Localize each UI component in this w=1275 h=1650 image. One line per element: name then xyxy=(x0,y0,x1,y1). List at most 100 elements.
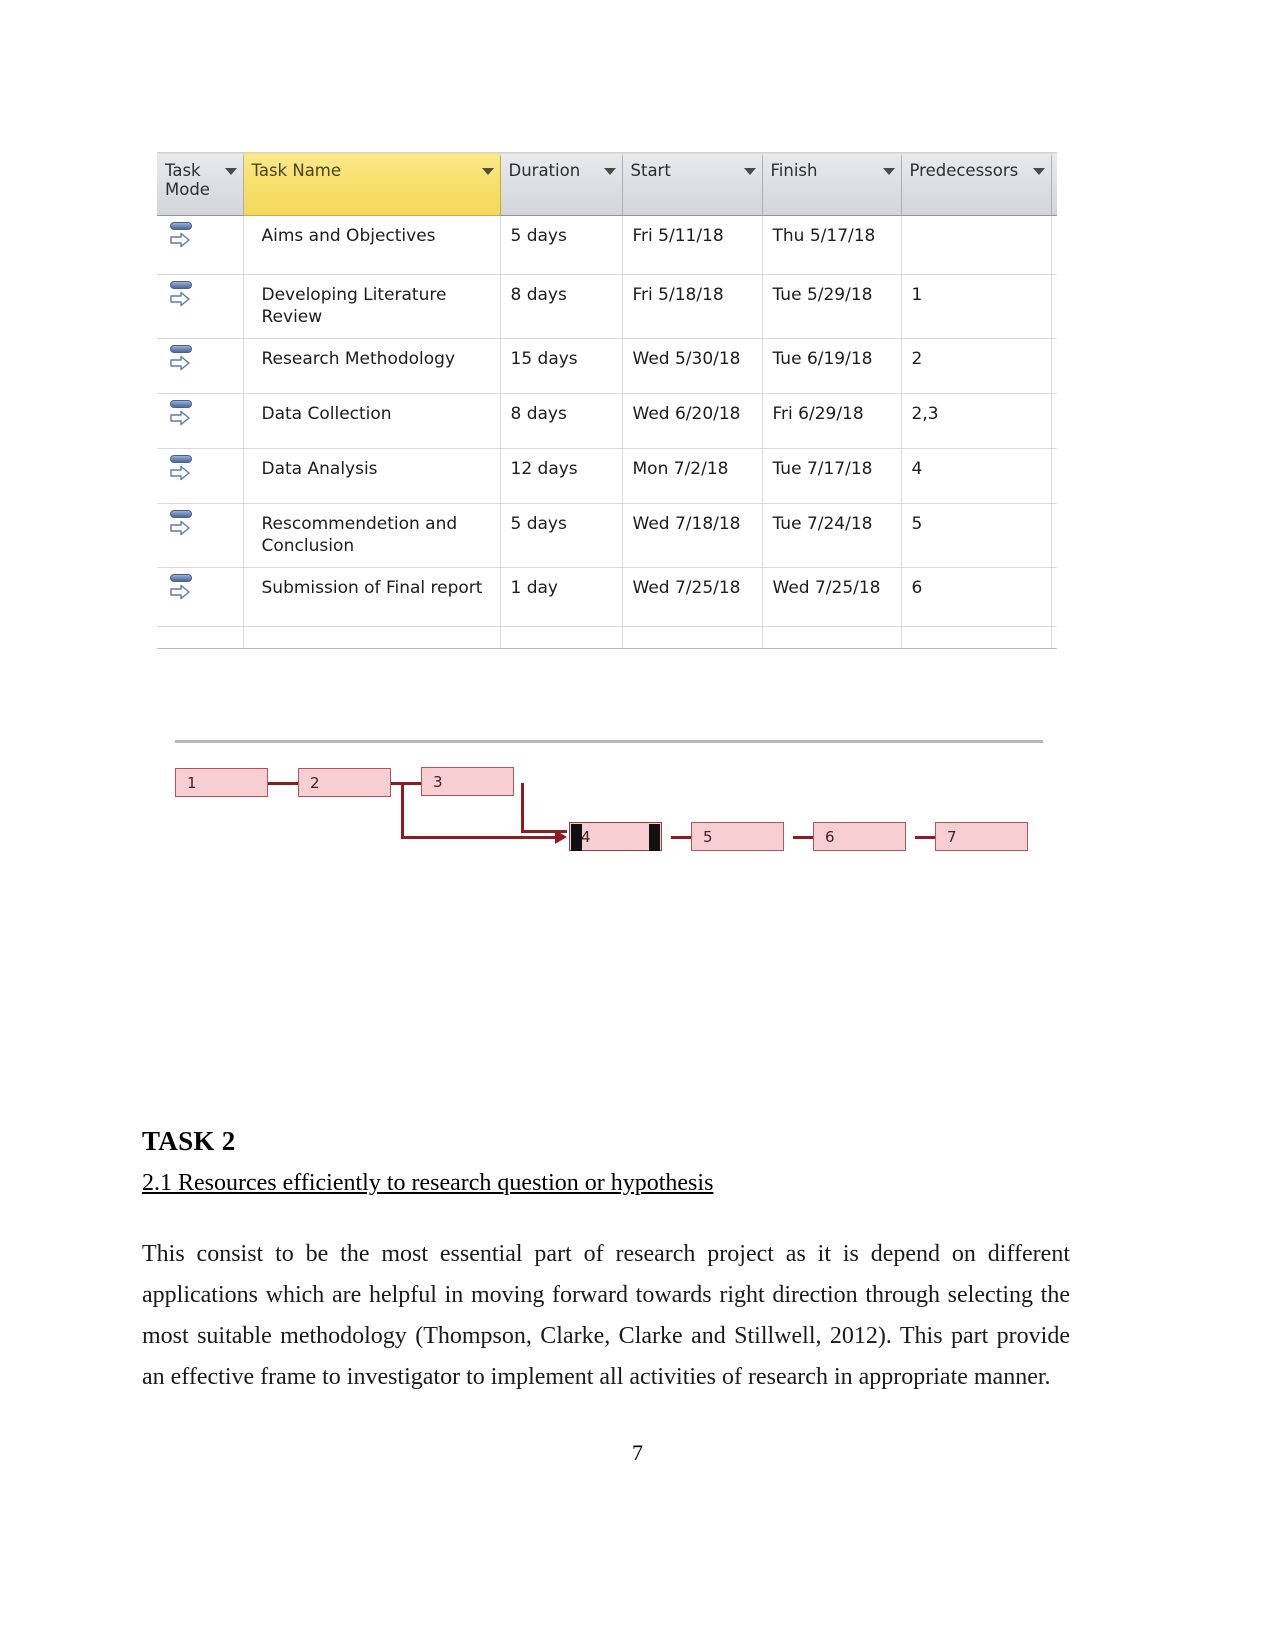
auto-schedule-icon xyxy=(169,400,195,428)
chevron-down-icon[interactable] xyxy=(224,168,237,175)
table-row[interactable]: Research Methodology 15 days Wed 5/30/18… xyxy=(157,338,1057,395)
network-node-label: 5 xyxy=(703,827,713,846)
column-header-finish[interactable]: Finish xyxy=(762,152,902,216)
cell-finish: Tue 5/29/18 xyxy=(762,274,902,340)
cell-start xyxy=(622,626,763,650)
cell-predecessors: 2 xyxy=(901,338,1052,395)
network-node-label: 3 xyxy=(433,772,443,791)
edge-2-to-4-horizontal xyxy=(401,836,561,839)
cell-finish: Tue 7/17/18 xyxy=(762,448,902,505)
cell-finish: Thu 5/17/18 xyxy=(762,215,902,275)
table-header-row: Task Mode Task Name Duration Start Finis… xyxy=(157,152,1057,216)
network-node-5[interactable]: 5 xyxy=(691,822,784,851)
cell-start: Wed 5/30/18 xyxy=(622,338,763,395)
cell-duration: 15 days xyxy=(500,338,623,395)
cell-task-mode[interactable] xyxy=(157,503,244,569)
cell-predecessors xyxy=(901,626,1052,650)
cell-task-name: Research Methodology xyxy=(243,338,501,395)
cell-task-name: Rescommendetion and Conclusion xyxy=(243,503,501,569)
table-body: Aims and Objectives 5 days Fri 5/11/18 T… xyxy=(157,215,1057,650)
table-row[interactable]: Data Analysis 12 days Mon 7/2/18 Tue 7/1… xyxy=(157,448,1057,505)
chevron-down-icon[interactable] xyxy=(882,168,895,175)
cell-start: Fri 5/18/18 xyxy=(622,274,763,340)
cell-start: Wed 7/25/18 xyxy=(622,567,763,628)
cell-task-mode[interactable] xyxy=(157,215,244,275)
cell-duration: 8 days xyxy=(500,274,623,340)
cell-task-name: Developing Literature Review xyxy=(243,274,501,340)
auto-schedule-icon xyxy=(169,222,195,250)
cell-task-name: Data Collection xyxy=(243,393,501,450)
table-row[interactable]: Aims and Objectives 5 days Fri 5/11/18 T… xyxy=(157,215,1057,275)
table-empty-row xyxy=(157,626,1057,650)
cell-task-mode xyxy=(157,626,244,650)
network-node-3[interactable]: 3 xyxy=(421,767,514,796)
table-row[interactable]: Submission of Final report 1 day Wed 7/2… xyxy=(157,567,1057,628)
cell-task-mode[interactable] xyxy=(157,338,244,395)
cell-duration: 8 days xyxy=(500,393,623,450)
cell-task-mode[interactable] xyxy=(157,393,244,450)
column-header-predecessors[interactable]: Predecessors xyxy=(901,152,1052,216)
cell-finish xyxy=(762,626,902,650)
table-row[interactable]: Developing Literature Review 8 days Fri … xyxy=(157,274,1057,340)
selection-handle-right[interactable] xyxy=(649,824,660,851)
column-header-label: Finish xyxy=(770,161,818,180)
cell-task-mode[interactable] xyxy=(157,448,244,505)
cell-predecessors xyxy=(901,215,1052,275)
column-header-label: Duration xyxy=(508,161,581,180)
column-header-label: Start xyxy=(630,161,671,180)
edge-2-to-4-vertical xyxy=(401,783,404,839)
cell-finish: Tue 6/19/18 xyxy=(762,338,902,395)
column-header-task-mode[interactable]: Task Mode xyxy=(157,152,244,216)
column-header-label: Predecessors xyxy=(909,161,1019,180)
chevron-down-icon[interactable] xyxy=(743,168,756,175)
network-node-label: 4 xyxy=(581,827,591,846)
cell-task-name: Submission of Final report xyxy=(243,567,501,628)
project-schedule-table-figure: Task Mode Task Name Duration Start Finis… xyxy=(157,152,1057,650)
network-node-7[interactable]: 7 xyxy=(935,822,1028,851)
auto-schedule-icon xyxy=(169,345,195,373)
cell-finish: Wed 7/25/18 xyxy=(762,567,902,628)
cell-finish: Fri 6/29/18 xyxy=(762,393,902,450)
column-header-duration[interactable]: Duration xyxy=(500,152,623,216)
network-node-1[interactable]: 1 xyxy=(175,768,268,797)
body-paragraph: This consist to be the most essential pa… xyxy=(142,1241,1070,1390)
network-node-label: 2 xyxy=(310,773,320,792)
cell-task-name: Data Analysis xyxy=(243,448,501,505)
page-number: 7 xyxy=(632,1440,643,1465)
cell-duration xyxy=(500,626,623,650)
cell-start: Fri 5/11/18 xyxy=(622,215,763,275)
auto-schedule-icon xyxy=(169,281,195,309)
auto-schedule-icon xyxy=(169,510,195,538)
chevron-down-icon[interactable] xyxy=(481,168,494,175)
chevron-down-icon[interactable] xyxy=(603,168,616,175)
arrow-head-icon xyxy=(555,830,567,844)
network-node-label: 6 xyxy=(825,827,835,846)
cell-overflow xyxy=(1051,215,1057,275)
cell-start: Wed 7/18/18 xyxy=(622,503,763,569)
cell-duration: 5 days xyxy=(500,215,623,275)
auto-schedule-icon xyxy=(169,455,195,483)
table-row[interactable]: Rescommendetion and Conclusion 5 days We… xyxy=(157,503,1057,569)
cell-predecessors: 4 xyxy=(901,448,1052,505)
table-row[interactable]: Data Collection 8 days Wed 6/20/18 Fri 6… xyxy=(157,393,1057,450)
network-node-label: 7 xyxy=(947,827,957,846)
network-node-2[interactable]: 2 xyxy=(298,768,391,797)
section-subheading: 2.1 Resources efficiently to research qu… xyxy=(142,1170,714,1196)
column-header-start[interactable]: Start xyxy=(622,152,763,216)
cell-overflow xyxy=(1051,503,1057,569)
cell-task-mode[interactable] xyxy=(157,274,244,340)
cell-start: Mon 7/2/18 xyxy=(622,448,763,505)
cell-predecessors: 6 xyxy=(901,567,1052,628)
network-node-4[interactable]: 4 xyxy=(569,822,662,851)
cell-overflow xyxy=(1051,338,1057,395)
cell-overflow xyxy=(1051,393,1057,450)
network-node-label: 1 xyxy=(187,773,197,792)
cell-overflow xyxy=(1051,448,1057,505)
cell-task-mode[interactable] xyxy=(157,567,244,628)
network-node-6[interactable]: 6 xyxy=(813,822,906,851)
cell-duration: 1 day xyxy=(500,567,623,628)
cell-start: Wed 6/20/18 xyxy=(622,393,763,450)
cell-overflow xyxy=(1051,274,1057,340)
column-header-task-name[interactable]: Task Name xyxy=(242,152,501,216)
chevron-down-icon[interactable] xyxy=(1032,168,1045,175)
